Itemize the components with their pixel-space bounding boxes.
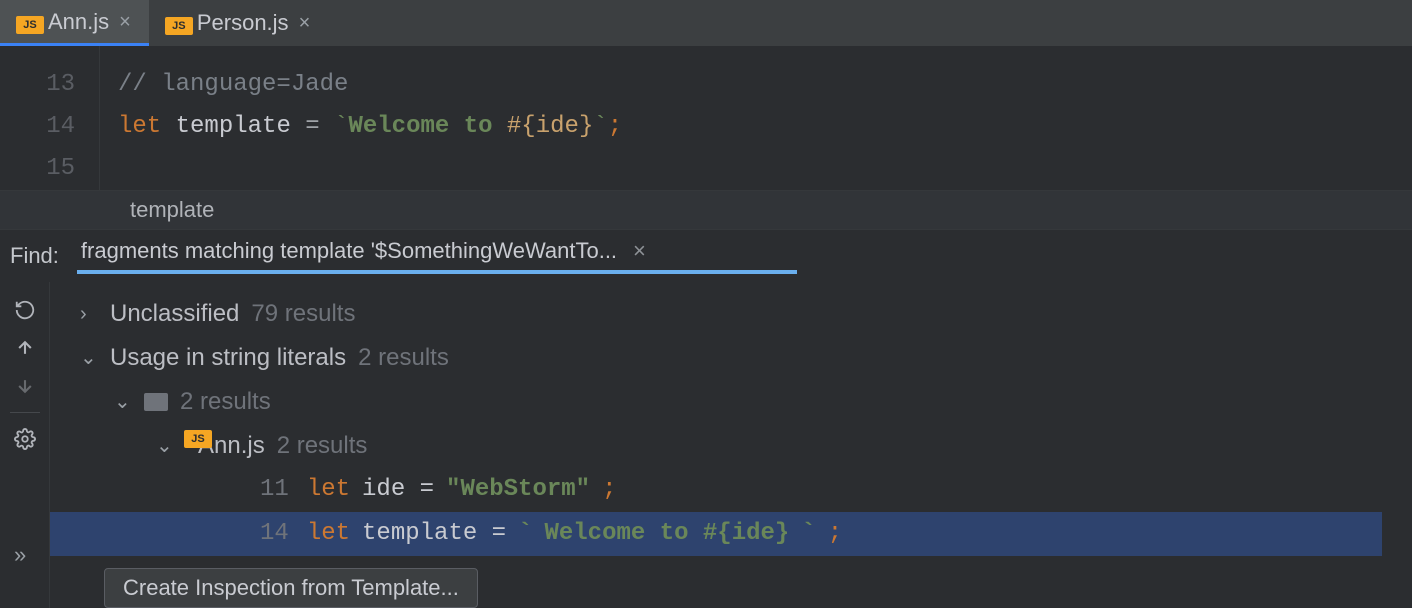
- tab-ann-js[interactable]: JS Ann.js ×: [0, 0, 149, 46]
- find-query-tab[interactable]: fragments matching template '$SomethingW…: [77, 238, 797, 274]
- result-group-unclassified[interactable]: › Unclassified 79 results: [80, 292, 1412, 336]
- chevron-down-icon: ⌄: [156, 428, 174, 464]
- group-label: Usage in string literals: [110, 340, 346, 376]
- find-query-text: fragments matching template '$SomethingW…: [81, 238, 617, 264]
- chevron-down-icon: ⌄: [114, 384, 132, 420]
- results-tree: › Unclassified 79 results ⌄ Usage in str…: [50, 282, 1412, 608]
- line-number: 14: [0, 106, 75, 148]
- code-comment: // language=Jade: [118, 71, 348, 98]
- code-expr-close: }: [579, 113, 593, 140]
- close-icon[interactable]: ×: [119, 12, 131, 32]
- usage-line-number: 14: [260, 516, 289, 552]
- group-count: 79 results: [251, 296, 355, 332]
- usage-line-number: 11: [260, 472, 289, 508]
- prev-occurrence-icon[interactable]: [7, 330, 43, 366]
- result-group-usage-string-literals[interactable]: ⌄ Usage in string literals 2 results: [80, 336, 1412, 380]
- result-folder[interactable]: ⌄ 2 results: [80, 380, 1412, 424]
- breadcrumb-item: template: [130, 197, 214, 222]
- code-op: =: [291, 113, 334, 140]
- find-bar: Find: fragments matching template '$Some…: [0, 230, 1412, 282]
- code-area[interactable]: // language=Jade let template = `Welcome…: [100, 46, 640, 190]
- folder-count: 2 results: [180, 384, 271, 420]
- code-semi: ;: [602, 472, 616, 508]
- chevron-down-icon: ⌄: [80, 340, 98, 376]
- code-backtick: `: [334, 113, 348, 140]
- tab-person-js[interactable]: JS Person.js ×: [149, 0, 328, 46]
- code-keyword: let: [118, 113, 161, 140]
- code-backtick: `: [801, 516, 815, 552]
- file-count: 2 results: [277, 428, 368, 464]
- usage-line-selected[interactable]: 14 let template = ` Welcome to #{ide} `;: [50, 512, 1382, 556]
- rerun-icon[interactable]: [7, 292, 43, 328]
- tab-label: Ann.js: [48, 9, 109, 35]
- chevron-right-icon: ›: [80, 296, 98, 332]
- code-keyword: let: [307, 472, 350, 508]
- code-backtick: `: [518, 516, 532, 552]
- tab-label: Person.js: [197, 10, 289, 36]
- code-string: "WebStorm": [446, 472, 590, 508]
- line-number: 13: [0, 64, 75, 106]
- close-icon[interactable]: ×: [633, 238, 646, 264]
- next-occurrence-icon[interactable]: [7, 368, 43, 404]
- code-string: Welcome to #{ide}: [544, 516, 789, 552]
- code-semi: ;: [608, 113, 622, 140]
- find-label: Find:: [10, 243, 59, 269]
- breadcrumb[interactable]: template: [0, 190, 1412, 230]
- js-file-icon: JS: [167, 13, 187, 33]
- js-file-icon: JS: [18, 12, 38, 32]
- group-label: Unclassified: [110, 296, 239, 332]
- button-label: Create Inspection from Template...: [123, 575, 459, 601]
- code-text: ide =: [362, 472, 434, 508]
- editor-tabs: JS Ann.js × JS Person.js ×: [0, 0, 1412, 46]
- code-keyword: let: [307, 516, 350, 552]
- code-editor[interactable]: 13 14 15 // language=Jade let template =…: [0, 46, 1412, 190]
- group-count: 2 results: [358, 340, 449, 376]
- find-results-panel: › Unclassified 79 results ⌄ Usage in str…: [0, 282, 1412, 608]
- more-icon[interactable]: »: [14, 542, 26, 568]
- code-backtick: `: [593, 113, 607, 140]
- result-file-ann-js[interactable]: ⌄ JS Ann.js 2 results: [80, 424, 1412, 468]
- folder-icon: [144, 393, 168, 411]
- code-expr-name: ide: [536, 113, 579, 140]
- settings-icon[interactable]: [7, 421, 43, 457]
- code-expr-open: #{: [507, 113, 536, 140]
- close-icon[interactable]: ×: [299, 13, 311, 33]
- code-semi: ;: [828, 516, 842, 552]
- code-ident: template: [176, 113, 291, 140]
- line-gutter: 13 14 15: [0, 46, 100, 190]
- line-number: 15: [0, 148, 75, 190]
- code-text: template =: [362, 516, 506, 552]
- usage-line[interactable]: 11 let ide = "WebStorm";: [80, 468, 1412, 512]
- create-inspection-button[interactable]: Create Inspection from Template...: [104, 568, 478, 608]
- code-string: Welcome to: [348, 113, 506, 140]
- separator: [10, 412, 40, 413]
